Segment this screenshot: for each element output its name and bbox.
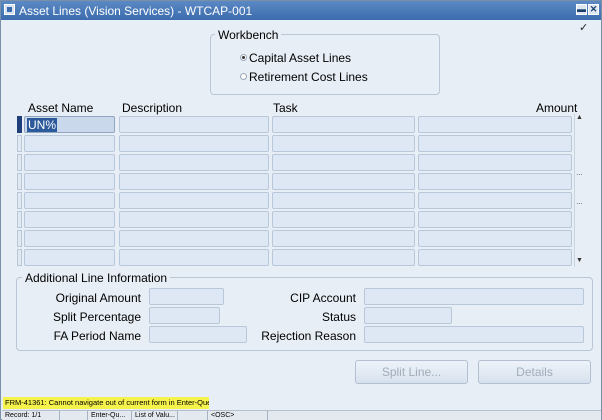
- row-indicator[interactable]: [17, 135, 22, 152]
- asset-name-field[interactable]: [24, 249, 115, 266]
- column-header-description: Description: [122, 101, 183, 115]
- row-indicator[interactable]: [17, 211, 22, 228]
- column-header-amount: Amount: [536, 101, 578, 115]
- window-title: Asset Lines (Vision Services) - WTCAP-00…: [19, 4, 253, 18]
- task-field[interactable]: [272, 249, 415, 266]
- column-header-asset-name: Asset Name: [28, 101, 94, 115]
- amount-field[interactable]: [418, 116, 572, 133]
- asset-name-field[interactable]: [24, 192, 115, 209]
- description-field[interactable]: [119, 230, 269, 247]
- row-indicator[interactable]: [17, 230, 22, 247]
- cip-account-field[interactable]: [364, 288, 584, 305]
- asset-name-field[interactable]: [24, 154, 115, 171]
- task-field[interactable]: [272, 173, 415, 190]
- cip-account-label: CIP Account: [290, 291, 356, 305]
- asset-name-field[interactable]: [24, 135, 115, 152]
- fa-period-name-label: FA Period Name: [53, 329, 141, 343]
- original-amount-label: Original Amount: [55, 291, 141, 305]
- amount-field[interactable]: [418, 192, 572, 209]
- amount-field[interactable]: [418, 211, 572, 228]
- asset-name-field[interactable]: [24, 230, 115, 247]
- additional-info-title: Additional Line Information: [22, 271, 171, 285]
- amount-field[interactable]: [418, 249, 572, 266]
- asset-name-field[interactable]: [24, 211, 115, 228]
- status-field[interactable]: [364, 307, 452, 324]
- amount-field[interactable]: [418, 230, 572, 247]
- status-lov: List of Valu...: [132, 411, 178, 420]
- radio-selected-icon: [240, 54, 247, 61]
- scroll-up-icon[interactable]: ▲: [575, 114, 584, 121]
- status-record: Record: 1/1: [2, 411, 60, 420]
- task-field[interactable]: [272, 135, 415, 152]
- radio-label: Capital Asset Lines: [249, 51, 352, 65]
- split-percentage-label: Split Percentage: [52, 310, 141, 324]
- split-line-button[interactable]: Split Line...: [355, 360, 468, 384]
- description-field[interactable]: [119, 135, 269, 152]
- row-indicator[interactable]: [17, 192, 22, 209]
- asset-lines-window: Asset Lines (Vision Services) - WTCAP-00…: [0, 0, 602, 420]
- status-segment: [60, 411, 88, 420]
- description-field[interactable]: [119, 116, 269, 133]
- column-header-task: Task: [273, 101, 298, 115]
- description-field[interactable]: [119, 211, 269, 228]
- scroll-down-icon[interactable]: ▼: [575, 257, 584, 264]
- fa-period-name-field[interactable]: [149, 326, 247, 343]
- split-percentage-field[interactable]: [149, 307, 220, 324]
- status-osc: <OSC>: [208, 411, 268, 420]
- task-field[interactable]: [272, 230, 415, 247]
- status-mode: Enter-Qu...: [88, 411, 132, 420]
- original-amount-field[interactable]: [149, 288, 224, 305]
- row-indicator[interactable]: [17, 154, 22, 171]
- description-field[interactable]: [119, 249, 269, 266]
- message-bar: FRM-41361: Cannot navigate out of curren…: [3, 397, 209, 409]
- minimize-icon[interactable]: ▬: [576, 4, 587, 15]
- title-bar: Asset Lines (Vision Services) - WTCAP-00…: [1, 1, 601, 20]
- rejection-reason-field[interactable]: [364, 326, 584, 343]
- task-field[interactable]: [272, 192, 415, 209]
- description-field[interactable]: [119, 173, 269, 190]
- amount-field[interactable]: [418, 135, 572, 152]
- close-icon[interactable]: ✕: [588, 4, 599, 15]
- status-bar: Record: 1/1 Enter-Qu... List of Valu... …: [2, 410, 601, 420]
- workbench-title: Workbench: [215, 28, 282, 42]
- status-label: Status: [321, 310, 356, 324]
- radio-capital-asset-lines[interactable]: Capital Asset Lines: [240, 51, 351, 65]
- radio-unselected-icon: [240, 73, 247, 80]
- scroll-grip[interactable]: [577, 174, 582, 204]
- row-indicator[interactable]: [17, 116, 22, 133]
- window-icon: [4, 4, 15, 15]
- task-field[interactable]: [272, 154, 415, 171]
- amount-field[interactable]: [418, 173, 572, 190]
- row-indicator[interactable]: [17, 173, 22, 190]
- details-button[interactable]: Details: [478, 360, 591, 384]
- asset-name-value: UN%: [27, 118, 58, 132]
- table-scrollbar[interactable]: ▲ ▼: [574, 114, 583, 267]
- description-field[interactable]: [119, 154, 269, 171]
- description-field[interactable]: [119, 192, 269, 209]
- row-indicator[interactable]: [17, 249, 22, 266]
- amount-field[interactable]: [418, 154, 572, 171]
- rejection-reason-label: Rejection Reason: [261, 329, 356, 343]
- radio-retirement-cost-lines[interactable]: Retirement Cost Lines: [240, 70, 368, 84]
- status-segment: [178, 411, 208, 420]
- check-icon[interactable]: ✓: [579, 21, 588, 34]
- asset-name-field[interactable]: [24, 173, 115, 190]
- radio-label: Retirement Cost Lines: [249, 70, 368, 84]
- task-field[interactable]: [272, 211, 415, 228]
- asset-name-field[interactable]: UN%: [24, 116, 115, 133]
- task-field[interactable]: [272, 116, 415, 133]
